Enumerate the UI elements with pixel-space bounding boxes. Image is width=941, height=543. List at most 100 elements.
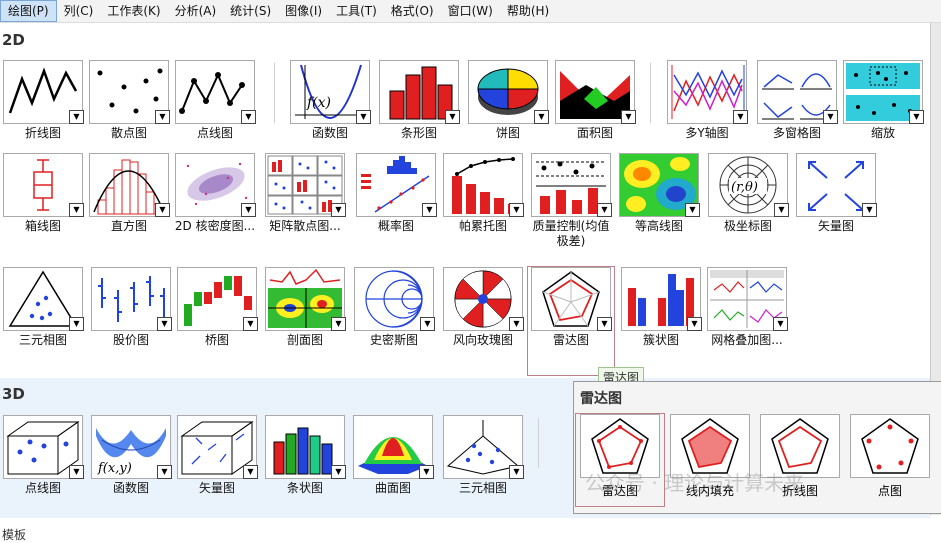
plot-multi-y[interactable]: ▼ 多Y轴图 <box>664 60 750 168</box>
plot-profile[interactable]: ▼ 剖面图 <box>262 267 348 375</box>
dropdown-arrow[interactable]: ▼ <box>420 317 435 331</box>
dropdown-arrow[interactable]: ▼ <box>534 110 549 124</box>
dropdown-arrow[interactable]: ▼ <box>445 110 460 124</box>
popup-title: 雷达图 <box>580 391 622 407</box>
plot-label: 等高线图 <box>634 219 683 233</box>
plot-line-symbol[interactable]: ▼ 点线图 <box>172 60 258 168</box>
plot-label: 史密斯图 <box>369 333 418 347</box>
plot-label: 条状图 <box>286 481 323 495</box>
plot-pareto[interactable]: ▼ 帕累托图 <box>440 153 526 261</box>
plot-probability[interactable]: ▼ 概率图 <box>353 153 439 261</box>
plot-wind-rose[interactable]: ▼ 风向玫瑰图 <box>440 267 526 375</box>
plot-histogram[interactable]: ▼ 直方图 <box>86 153 172 261</box>
dropdown-arrow[interactable]: ▼ <box>509 203 524 217</box>
plot-3d-ternary[interactable]: ▼ 三元相图 <box>440 415 526 523</box>
dropdown-arrow[interactable]: ▼ <box>331 465 346 479</box>
dropdown-arrow[interactable]: ▼ <box>243 465 258 479</box>
dropdown-arrow[interactable]: ▼ <box>243 317 258 331</box>
plot-zoom[interactable]: ▼ 缩放 <box>840 60 926 168</box>
dropdown-arrow[interactable]: ▼ <box>733 110 748 124</box>
dropdown-arrow[interactable]: ▼ <box>419 465 434 479</box>
menu-tools[interactable]: 工具(T) <box>329 0 384 22</box>
dropdown-arrow[interactable]: ▼ <box>509 465 524 479</box>
menu-plot[interactable]: 绘图(P) <box>0 0 57 22</box>
plot-waterfall[interactable]: ▼ 桥图 <box>174 267 260 375</box>
plot-quality-control[interactable]: ▼ 质量控制(均值极差) <box>528 153 614 261</box>
dropdown-arrow[interactable]: ▼ <box>774 203 789 217</box>
plot-line[interactable]: ▼ 折线图 <box>0 60 86 168</box>
plot-label: 矢量图 <box>817 219 854 233</box>
dropdown-arrow[interactable]: ▼ <box>331 203 346 217</box>
section-3d-title: 3D <box>2 385 25 403</box>
plot-label: 散点图 <box>110 126 147 140</box>
dropdown-arrow[interactable]: ▼ <box>157 317 172 331</box>
plot-clustered[interactable]: ▼ 簇状图 <box>618 267 704 375</box>
dropdown-arrow[interactable]: ▼ <box>356 110 371 124</box>
dropdown-arrow[interactable]: ▼ <box>69 317 84 331</box>
plot-area[interactable]: ▼ 面积图 <box>552 60 638 168</box>
plot-ternary[interactable]: ▼ 三元相图 <box>0 267 86 375</box>
plot-contour[interactable]: ▼ 等高线图 <box>616 153 702 261</box>
dropdown-arrow[interactable]: ▼ <box>685 203 700 217</box>
menu-format[interactable]: 格式(O) <box>384 0 441 22</box>
plot-label: 桥图 <box>204 333 229 347</box>
plot-pie[interactable]: ▼ 饼图 <box>465 60 551 168</box>
plot-label: 簇状图 <box>642 333 679 347</box>
dropdown-arrow[interactable]: ▼ <box>241 110 256 124</box>
dropdown-arrow[interactable]: ▼ <box>773 317 788 331</box>
plot-scatter[interactable]: ▼ 散点图 <box>86 60 172 168</box>
plot-vector[interactable]: ▼ 矢量图 <box>793 153 879 261</box>
plot-label: 风向玫瑰图 <box>452 333 513 347</box>
dropdown-arrow[interactable]: ▼ <box>69 465 84 479</box>
menu-window[interactable]: 窗口(W) <box>441 0 500 22</box>
dropdown-arrow[interactable]: ▼ <box>155 203 170 217</box>
plot-box[interactable]: ▼ 箱线图 <box>0 153 86 261</box>
plot-label: 帕累托图 <box>458 219 507 233</box>
plot-label: 质量控制(均值极差) <box>532 219 610 248</box>
plot-label: 矢量图 <box>198 481 235 495</box>
plot-function[interactable]: f(x) ▼ 函数图 <box>287 60 373 168</box>
dropdown-arrow[interactable]: ▼ <box>241 203 256 217</box>
plot-multi-panel[interactable]: ▼ 多窗格图 <box>754 60 840 168</box>
radar-variant-dot[interactable]: 点图 <box>846 414 934 506</box>
dropdown-arrow[interactable]: ▼ <box>157 465 172 479</box>
menu-help[interactable]: 帮助(H) <box>500 0 556 22</box>
plot-2d-kernel-density[interactable]: ▼ 2D 核密度图... <box>172 153 258 261</box>
dropdown-arrow[interactable]: ▼ <box>597 203 612 217</box>
dropdown-arrow[interactable]: ▼ <box>687 317 702 331</box>
plot-label: 剖面图 <box>286 333 323 347</box>
dropdown-arrow[interactable]: ▼ <box>155 110 170 124</box>
plot-3d-line-symbol[interactable]: ▼ 点线图 <box>0 415 86 523</box>
plot-3d-vector[interactable]: ▼ 矢量图 <box>174 415 260 523</box>
dropdown-arrow[interactable]: ▼ <box>597 317 612 331</box>
plot-smith-chart[interactable]: ▼ 史密斯图 <box>351 267 437 375</box>
dropdown-arrow[interactable]: ▼ <box>69 203 84 217</box>
menu-image[interactable]: 图像(I) <box>278 0 329 22</box>
plot-3d-surface[interactable]: ▼ 曲面图 <box>350 415 436 523</box>
dropdown-arrow[interactable]: ▼ <box>621 110 636 124</box>
plot-label: 面积图 <box>576 126 613 140</box>
dropdown-arrow[interactable]: ▼ <box>331 317 346 331</box>
plot-polar[interactable]: (r,θ) ▼ 极坐标图 <box>705 153 791 261</box>
menu-analysis[interactable]: 分析(A) <box>168 0 224 22</box>
plot-label: 多窗格图 <box>772 126 821 140</box>
dropdown-arrow[interactable]: ▼ <box>509 317 524 331</box>
menu-column[interactable]: 列(C) <box>57 0 101 22</box>
dropdown-arrow[interactable]: ▼ <box>909 110 924 124</box>
svg-text:f(x): f(x) <box>306 95 331 111</box>
plot-3d-bar[interactable]: ▼ 条状图 <box>262 415 348 523</box>
plot-scatter-matrix[interactable]: ▼ 矩阵散点图... <box>262 153 348 261</box>
plot-radar[interactable]: ▼ 雷达图 <box>527 266 615 376</box>
dropdown-arrow[interactable]: ▼ <box>422 203 437 217</box>
dropdown-arrow[interactable]: ▼ <box>823 110 838 124</box>
next-section-title: 模板 <box>2 528 27 542</box>
dropdown-arrow[interactable]: ▼ <box>862 203 877 217</box>
menu-statistics[interactable]: 统计(S) <box>223 0 278 22</box>
plot-label: 网格叠加图... <box>711 333 783 347</box>
menu-worksheet[interactable]: 工作表(K) <box>100 0 167 22</box>
plot-grid-overlay[interactable]: ▼ 网格叠加图... <box>704 267 790 375</box>
dropdown-arrow[interactable]: ▼ <box>69 110 84 124</box>
plot-column[interactable]: ▼ 条形图 <box>376 60 462 168</box>
plot-stock[interactable]: ▼ 股价图 <box>88 267 174 375</box>
plot-3d-function[interactable]: f(x,y) ▼ 函数图 <box>88 415 174 523</box>
